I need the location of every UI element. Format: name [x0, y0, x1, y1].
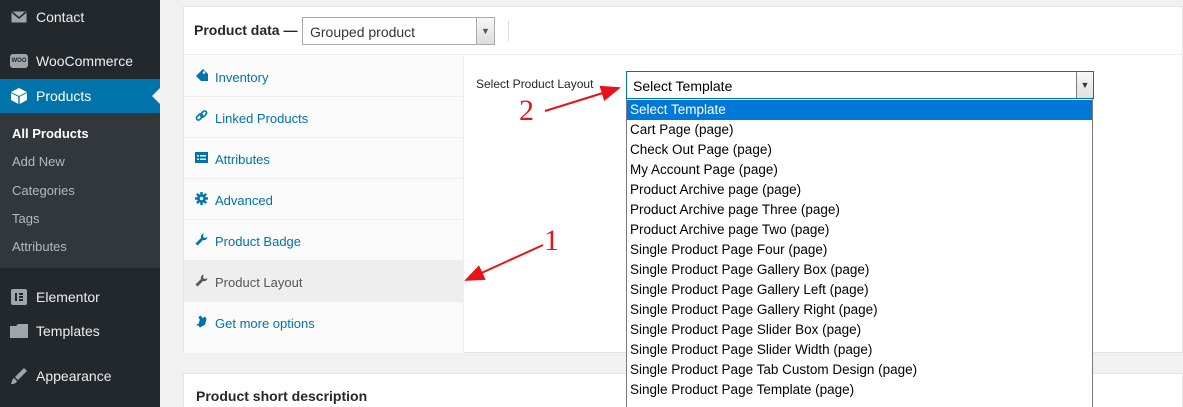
tab-attributes[interactable]: Attributes	[184, 138, 463, 179]
menu-item-label: Templates	[36, 323, 100, 339]
submenu-all-products[interactable]: All Products	[12, 126, 89, 141]
menu-item-woocommerce[interactable]: WOO WooCommerce	[0, 44, 160, 78]
wrench-icon	[194, 273, 208, 287]
dropdown-option[interactable]: Single Product Page Gallery Box (page)	[627, 260, 1092, 280]
dropdown-option[interactable]: Single Product Page Template (page)	[627, 380, 1092, 400]
menu-item-label: Elementor	[36, 289, 100, 305]
tab-label: Advanced	[215, 193, 273, 208]
submenu-add-new[interactable]: Add New	[12, 154, 65, 169]
brush-icon	[9, 366, 29, 386]
header-divider	[508, 21, 509, 41]
tab-label: Inventory	[215, 70, 269, 85]
dropdown-option[interactable]: Cart Page (page)	[627, 120, 1092, 140]
plugin-icon	[194, 314, 208, 328]
product-type-select[interactable]: Grouped product ▼	[302, 17, 495, 45]
dropdown-option[interactable]: Single Product Page Four (page)	[627, 240, 1092, 260]
product-layout-value: Select Template	[633, 78, 733, 94]
link-icon	[194, 109, 208, 123]
tab-label: Product Badge	[215, 234, 302, 249]
chevron-down-icon[interactable]: ▼	[476, 18, 494, 44]
product-data-label: Product data —	[194, 22, 298, 38]
menu-item-elementor[interactable]: Elementor	[0, 280, 160, 314]
dropdown-option[interactable]: My Account Page (page)	[627, 160, 1092, 180]
admin-sidebar: Contact WOO WooCommerce Products All Pro…	[0, 0, 160, 407]
tab-get-more-options[interactable]: Get more options	[184, 302, 463, 343]
product-type-value: Grouped product	[310, 24, 416, 40]
tab-product-layout[interactable]: Product Layout	[184, 261, 463, 302]
gear-icon	[194, 191, 208, 205]
tab-product-badge[interactable]: Product Badge	[184, 220, 463, 261]
dropdown-option[interactable]: Single Product Page Slider Width (page)	[627, 340, 1092, 360]
dropdown-option[interactable]: Select Template	[627, 100, 1092, 120]
folder-icon	[9, 321, 29, 341]
menu-item-label: Contact	[36, 9, 85, 25]
dropdown-option[interactable]: Single Product Page Gallery Left (page)	[627, 280, 1092, 300]
submenu-tags[interactable]: Tags	[12, 211, 39, 226]
woocommerce-icon: WOO	[9, 51, 29, 71]
tab-label: Product Layout	[215, 275, 303, 290]
product-data-header: Product data — Grouped product ▼	[184, 7, 1183, 55]
template-dropdown-list: Select Template Cart Page (page) Check Out…	[626, 99, 1093, 407]
menu-item-label: Products	[36, 88, 92, 104]
wrench-icon	[194, 232, 208, 246]
annotation-number-1: 1	[544, 224, 559, 257]
submenu-attributes[interactable]: Attributes	[12, 239, 67, 254]
tab-label: Get more options	[215, 316, 315, 331]
dropdown-option[interactable]: Single Product Page Tab Custom Design (p…	[627, 360, 1092, 380]
mail-icon	[9, 7, 29, 27]
tab-label: Linked Products	[215, 111, 309, 126]
tab-linked-products[interactable]: Linked Products	[184, 97, 463, 138]
tab-inventory[interactable]: Inventory	[184, 56, 463, 97]
products-submenu: All Products Add New Categories Tags Att…	[0, 113, 160, 268]
menu-item-label: Appearance	[36, 368, 112, 384]
submenu-categories[interactable]: Categories	[12, 183, 75, 198]
dropdown-option[interactable]: Product Archive page (page)	[627, 180, 1092, 200]
menu-item-label: WooCommerce	[36, 53, 133, 69]
box-icon	[9, 86, 29, 106]
tab-label: Attributes	[215, 152, 270, 167]
dropdown-option[interactable]: Single Product Page Slider Box (page)	[627, 320, 1092, 340]
short-description-title: Product short description	[196, 388, 368, 404]
tab-advanced[interactable]: Advanced	[184, 179, 463, 220]
product-data-tabs: Inventory Linked Products Attributes Adv…	[184, 56, 464, 353]
menu-item-contact[interactable]: Contact	[0, 0, 160, 34]
chevron-down-icon[interactable]: ▼	[1076, 72, 1093, 98]
tag-icon	[194, 68, 208, 82]
menu-item-products[interactable]: Products	[0, 79, 160, 113]
elementor-icon	[9, 287, 29, 307]
dropdown-option[interactable]: Product Archive page Two (page)	[627, 220, 1092, 240]
dropdown-option[interactable]: Check Out Page (page)	[627, 140, 1092, 160]
product-layout-select[interactable]: Select Template ▼	[626, 71, 1094, 99]
dropdown-option[interactable]: Product Archive page Three (page)	[627, 200, 1092, 220]
product-layout-field-label: Select Product Layout	[476, 77, 594, 91]
list-icon	[194, 150, 208, 164]
menu-item-templates[interactable]: Templates	[0, 314, 160, 348]
annotation-number-2: 2	[519, 94, 534, 127]
dropdown-option[interactable]: Single Product Page Gallery Right (page)	[627, 300, 1092, 320]
menu-item-appearance[interactable]: Appearance	[0, 359, 160, 393]
